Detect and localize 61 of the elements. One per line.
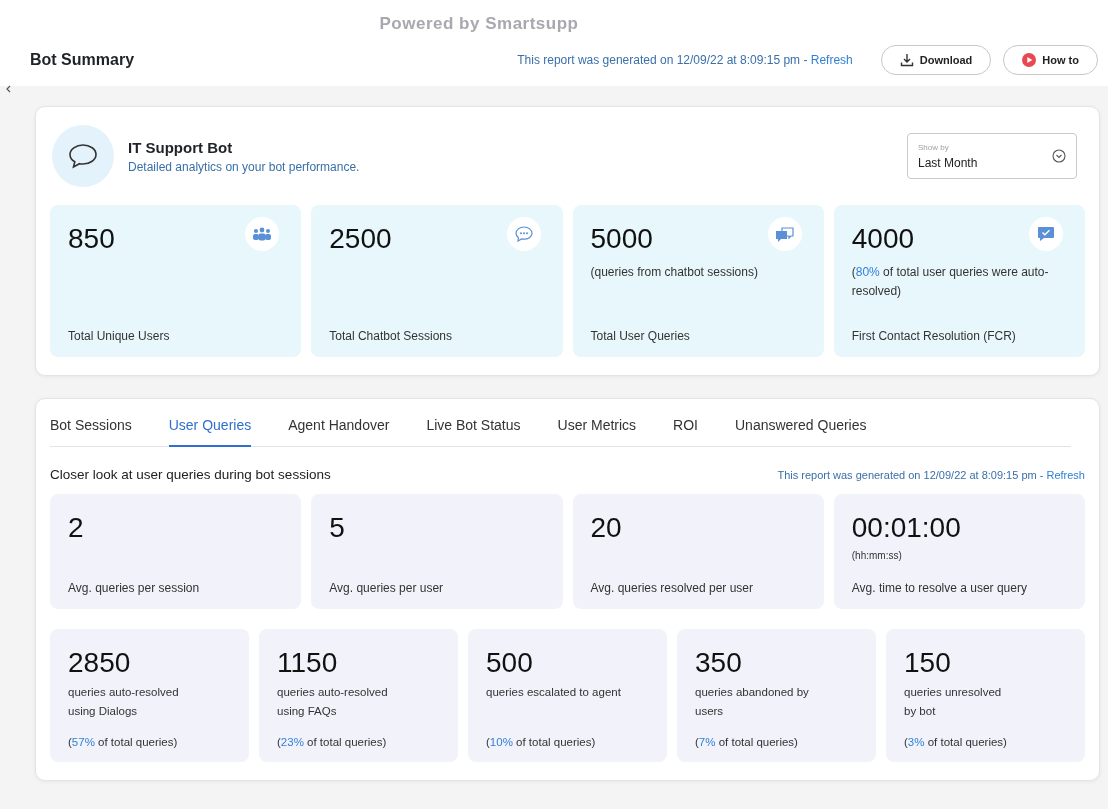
play-icon [1022,53,1037,67]
stat-value: 500 [486,647,533,679]
download-icon [899,53,914,67]
report-note: This report was generated on 12/09/22 at 8:09:15 pm - Refresh [517,53,853,67]
stat-value: 2 [68,512,84,544]
stat-note: (80% of total user queries were auto-resolved) [851,264,1050,300]
stat-description: queries auto-resolved using FAQs [277,685,389,719]
download-button[interactable]: Download [880,45,992,75]
stat-label: Avg. time to resolve a user query [851,581,1028,595]
stat-label: Total Chatbot Sessions [329,329,453,343]
stat-value: 2850 [68,647,131,679]
tab[interactable]: Live Bot Status [426,409,521,447]
show-by-select[interactable]: Show by Last Month [907,133,1077,179]
stat-value: 850 [68,223,115,255]
stat-label: Avg. queries per session [68,581,201,595]
bot-name: IT Support Bot [128,138,234,156]
chat-icon [514,226,533,242]
stat-value: 2500 [329,223,392,255]
stat-unit: (hh:mm:ss) [851,549,903,563]
message-check-icon [1037,226,1055,242]
stat-description: queries abandoned by users [695,685,810,719]
stat-value: 350 [695,647,742,679]
stat-note: (queries from chatbot sessions) [590,264,759,281]
bot-subtitle: Detailed analytics on your bot performance. [128,159,360,174]
stat-value: 20 [590,512,622,544]
stat-description: queries escalated to agent [486,685,622,700]
how-to-button[interactable]: How to [1003,45,1098,75]
stat-label: Avg. queries per user [329,581,445,595]
tab[interactable]: Bot Sessions [50,409,132,447]
tab[interactable]: User Metrics [557,409,637,447]
chat-bubbles-icon [774,225,795,243]
stat-share: (7% of total queries) [695,736,799,748]
tab[interactable]: Unanswered Queries [735,409,867,447]
stat-share: (23% of total queries) [277,736,388,748]
stat-share: (57% of total queries) [68,736,179,748]
report-note: This report was generated on 12/09/22 at 8:09:15 pm - Refresh [777,468,1085,481]
stat-label: Avg. queries resolved per user [590,581,755,595]
stat-label: First Contact Resolution (FCR) [851,329,1017,343]
collapse-chevron-icon[interactable] [5,85,11,93]
tab[interactable]: User Queries [168,409,252,447]
refresh-link[interactable]: Refresh [1046,468,1085,481]
tab[interactable]: Agent Handover [288,409,390,447]
stat-value: 4000 [851,223,915,255]
page-title: Bot Summary [30,51,136,69]
stat-share: (3% of total queries) [904,736,1008,748]
stat-value: 150 [904,647,951,679]
stat-value: 5000 [590,223,653,255]
users-icon [252,227,273,241]
stat-description: queries unresolved by bot [904,685,1003,719]
chevron-down-icon [1052,149,1066,163]
stat-value: 00:01:00 [851,512,961,544]
stat-value: 5 [329,512,345,544]
refresh-link[interactable]: Refresh [810,53,853,67]
stat-label: Total User Queries [590,329,691,343]
stat-label: Total Unique Users [68,329,171,343]
tab[interactable]: ROI [673,409,698,447]
powered-by-text: Powered by Smartsupp [379,14,579,34]
stat-description: queries auto-resolved using Dialogs [68,685,180,719]
section-title: Closer look at user queries during bot sessions [50,467,331,482]
stat-value: 1150 [277,647,338,679]
stat-share: (10% of total queries) [486,736,597,748]
